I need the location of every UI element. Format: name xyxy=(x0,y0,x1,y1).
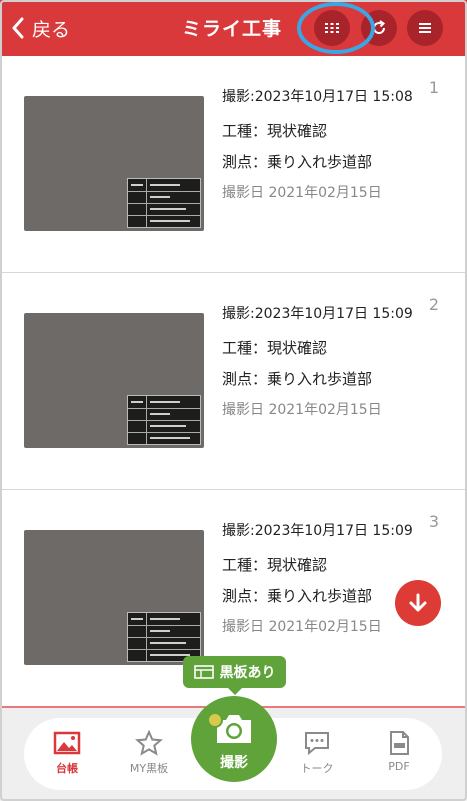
back-label: 戻る xyxy=(32,18,71,41)
shot-time: 撮影:2023年10月17日 15:08 xyxy=(222,89,413,105)
tab-pdf[interactable]: PDF xyxy=(364,730,434,773)
survey-point: 測点：乗り入れ歩道部 xyxy=(222,370,373,388)
survey-point: 測点：乗り入れ歩道部 xyxy=(222,587,373,605)
photo-thumbnail[interactable] xyxy=(24,96,204,231)
menu-button[interactable] xyxy=(407,10,443,46)
chat-icon xyxy=(305,732,329,756)
photo-row[interactable]: 撮影:2023年10月17日 15:08 工種：現状確認 測点：乗り入れ歩道部 … xyxy=(0,56,467,273)
arrow-down-icon xyxy=(409,593,427,612)
work-type: 工種：現状確認 xyxy=(222,556,328,574)
blackboard-image xyxy=(127,395,201,445)
photo-date: 撮影日 2021年02月15日 xyxy=(222,619,382,635)
photo-info: 撮影:2023年10月17日 15:09 工種：現状確認 測点：乗り入れ歩道部 … xyxy=(222,303,413,419)
photo-thumbnail[interactable] xyxy=(24,530,204,665)
work-type: 工種：現状確認 xyxy=(222,339,328,357)
back-button[interactable]: 戻る xyxy=(10,12,70,44)
menu-icon xyxy=(419,23,431,33)
tab-talk[interactable]: トーク xyxy=(282,730,352,776)
survey-point: 測点：乗り入れ歩道部 xyxy=(222,153,373,171)
pdf-icon xyxy=(390,731,409,755)
app-header: 戻る ミライ工事 xyxy=(0,0,467,56)
photo-info: 撮影:2023年10月17日 15:08 工種：現状確認 測点：乗り入れ歩道部 … xyxy=(222,86,413,202)
grid-button-highlight xyxy=(297,2,375,54)
photo-index: 1 xyxy=(428,78,439,97)
photo-index: 3 xyxy=(428,512,439,531)
scroll-down-button[interactable] xyxy=(395,580,441,626)
board-icon xyxy=(193,665,214,679)
tab-my-board-label: MY黒板 xyxy=(129,762,169,775)
photo-thumbnail[interactable] xyxy=(24,313,204,448)
photo-date: 撮影日 2021年02月15日 xyxy=(222,402,382,418)
shoot-label: 撮影 xyxy=(220,755,248,771)
blackboard-image xyxy=(127,612,201,662)
tab-pdf-label: PDF xyxy=(388,760,410,773)
chevron-left-icon xyxy=(12,17,24,39)
image-icon xyxy=(53,731,81,755)
tab-ledger[interactable]: 台帳 xyxy=(32,730,102,776)
tab-my-board[interactable]: MY黒板 xyxy=(114,730,184,776)
page-title: ミライ工事 xyxy=(182,18,283,40)
shot-time: 撮影:2023年10月17日 15:09 xyxy=(222,306,413,322)
photo-date: 撮影日 2021年02月15日 xyxy=(222,185,382,201)
photo-row[interactable]: 撮影:2023年10月17日 15:09 工種：現状確認 測点：乗り入れ歩道部 … xyxy=(0,273,467,490)
tab-ledger-label: 台帳 xyxy=(56,762,78,775)
board-tooltip: 黒板あり xyxy=(183,656,286,695)
board-badge-icon xyxy=(207,712,223,728)
star-icon xyxy=(135,730,163,756)
photo-index: 2 xyxy=(428,295,439,314)
tab-talk-label: トーク xyxy=(300,762,334,775)
shot-time: 撮影:2023年10月17日 15:09 xyxy=(222,523,413,539)
blackboard-image xyxy=(127,178,201,228)
photo-info: 撮影:2023年10月17日 15:09 工種：現状確認 測点：乗り入れ歩道部 … xyxy=(222,520,413,636)
work-type: 工種：現状確認 xyxy=(222,122,328,140)
shoot-button[interactable]: 撮影 xyxy=(191,696,277,782)
board-tooltip-label: 黒板あり xyxy=(219,665,276,681)
